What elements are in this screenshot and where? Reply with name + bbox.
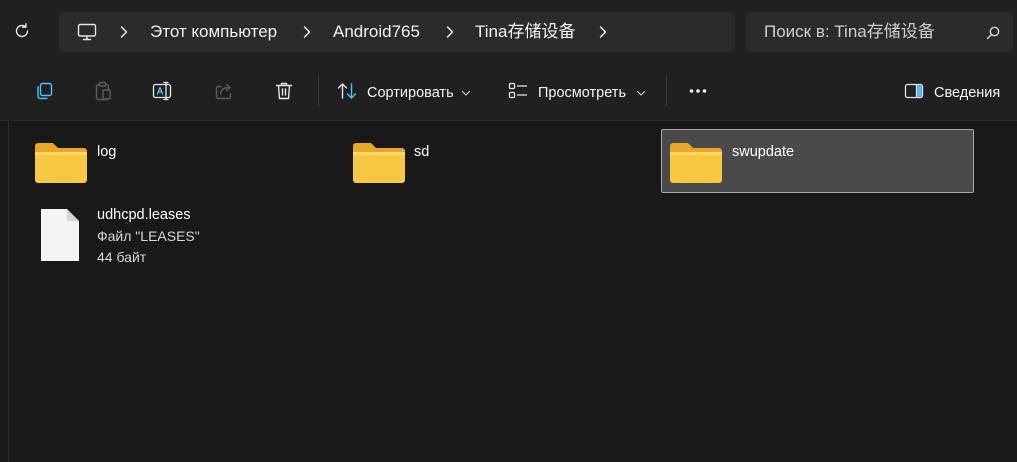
folder-icon — [670, 143, 722, 183]
paste-button[interactable] — [91, 79, 115, 103]
item-size: 44 байт — [97, 249, 147, 265]
item-name: swupdate — [732, 144, 795, 160]
item-name: sd — [414, 144, 430, 160]
chevron-down-icon[interactable] — [636, 89, 646, 97]
file-icon — [41, 209, 79, 261]
search-icon — [986, 26, 1000, 40]
sort-label[interactable]: Сортировать — [367, 84, 454, 102]
chevron-down-icon[interactable] — [461, 89, 471, 97]
address-bar: Этот компьютер Android765 Tina存储设备 Поиск… — [0, 0, 1017, 62]
sort-icon — [337, 83, 357, 99]
search-input[interactable]: Поиск в: Tina存储设备 — [746, 12, 1013, 52]
more-icon — [689, 89, 707, 93]
command-bar: Сортировать Просмотреть Сведения — [0, 62, 1017, 121]
pane-divider — [8, 121, 9, 462]
share-button[interactable] — [212, 79, 236, 103]
rename-button[interactable] — [151, 79, 175, 103]
refresh-button[interactable] — [8, 17, 36, 45]
chevron-right-icon[interactable] — [300, 24, 314, 40]
computer-icon[interactable] — [76, 21, 98, 43]
details-label[interactable]: Сведения — [934, 84, 1000, 102]
view-icon — [508, 82, 528, 99]
more-options-button[interactable] — [686, 79, 710, 103]
item-name: log — [97, 144, 117, 160]
view-button[interactable] — [506, 79, 530, 103]
details-pane-icon — [904, 83, 924, 99]
folder-icon — [35, 143, 87, 183]
paste-icon — [95, 81, 111, 101]
toolbar-divider — [318, 76, 319, 106]
breadcrumb-item-this-pc[interactable]: Этот компьютер — [150, 22, 277, 42]
chevron-right-icon[interactable] — [443, 24, 457, 40]
file-item[interactable]: udhcpd.leases Файл "LEASES" 44 байт — [26, 201, 338, 271]
chevron-right-icon[interactable] — [596, 24, 610, 40]
chevron-right-icon[interactable] — [117, 24, 131, 40]
breadcrumb: Этот компьютер Android765 Tina存储设备 — [59, 12, 735, 52]
folder-item[interactable]: sd — [344, 129, 656, 193]
copy-icon — [37, 82, 53, 100]
folder-icon — [353, 143, 405, 183]
search-placeholder: Поиск в: Tina存储设备 — [764, 22, 935, 41]
breadcrumb-item-storage[interactable]: Tina存储设备 — [475, 22, 575, 42]
folder-item-selected[interactable]: swupdate — [661, 129, 974, 193]
toolbar-divider — [666, 76, 667, 106]
breadcrumb-item-device[interactable]: Android765 — [333, 22, 420, 42]
details-pane-button[interactable] — [902, 79, 926, 103]
item-type: Файл "LEASES" — [97, 228, 200, 244]
view-label[interactable]: Просмотреть — [538, 84, 626, 102]
refresh-icon — [15, 23, 29, 38]
rename-icon — [152, 81, 172, 101]
folder-item[interactable]: log — [26, 129, 338, 193]
share-icon — [215, 83, 232, 100]
sort-button[interactable] — [335, 79, 359, 103]
delete-button[interactable] — [272, 79, 296, 103]
copy-button[interactable] — [32, 79, 56, 103]
item-name: udhcpd.leases — [97, 207, 191, 223]
delete-icon — [275, 82, 293, 100]
